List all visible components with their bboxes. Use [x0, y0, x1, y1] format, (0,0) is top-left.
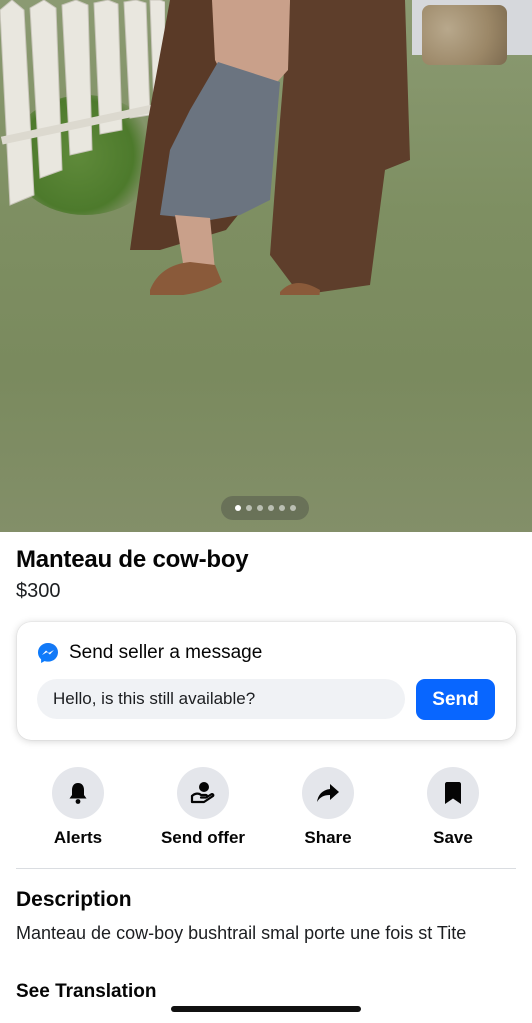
alerts-icon-circle[interactable] — [52, 767, 104, 819]
woodpile — [422, 5, 507, 65]
save-button[interactable]: Save — [398, 767, 508, 848]
description-heading: Description — [16, 888, 132, 911]
share-icon-circle[interactable] — [302, 767, 354, 819]
send-button[interactable]: Send — [416, 679, 495, 720]
listing-title: Manteau de cow-boy — [16, 546, 249, 573]
send-offer-button[interactable]: Send offer — [148, 767, 258, 848]
divider — [16, 868, 516, 869]
alerts-label: Alerts — [53, 828, 103, 847]
see-translation-link[interactable]: See Translation — [16, 981, 156, 1003]
pager-dot[interactable] — [267, 505, 274, 511]
person-in-coat — [130, 0, 410, 295]
message-input[interactable] — [37, 679, 405, 719]
pager-dot[interactable] — [256, 505, 263, 511]
save-icon-circle[interactable] — [427, 767, 479, 819]
message-seller-card: Send seller a message Send — [17, 622, 516, 740]
home-indicator[interactable] — [171, 1006, 361, 1012]
offer-icon — [190, 782, 215, 804]
action-bar: Alerts Send offer Share Save — [0, 767, 532, 857]
pager-dot[interactable] — [245, 505, 252, 511]
messenger-icon — [38, 643, 58, 663]
send-offer-label: Send offer — [160, 828, 246, 847]
listing-photo[interactable] — [0, 0, 532, 532]
pager-dot[interactable] — [278, 505, 285, 511]
card-title: Send seller a message — [69, 642, 263, 663]
save-label: Save — [433, 828, 473, 847]
description-text: Manteau de cow-boy bushtrail smal porte … — [16, 923, 467, 943]
bookmark-icon — [445, 782, 461, 804]
pager-dot[interactable] — [234, 505, 241, 511]
share-icon — [317, 784, 339, 802]
bell-icon — [69, 783, 87, 804]
send-offer-icon-circle[interactable] — [177, 767, 229, 819]
card-header: Send seller a message — [37, 642, 262, 664]
alerts-button[interactable]: Alerts — [23, 767, 133, 848]
pager-dot[interactable] — [289, 505, 296, 511]
share-label: Share — [304, 828, 352, 847]
listing-price: $300 — [16, 580, 61, 602]
share-button[interactable]: Share — [273, 767, 383, 848]
photo-pager[interactable] — [221, 496, 309, 520]
